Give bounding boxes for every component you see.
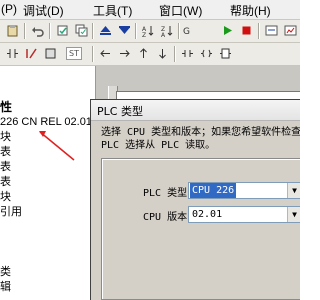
tree-item-table-3[interactable]: 表 — [0, 176, 11, 189]
ladder-coil-icon[interactable] — [23, 45, 40, 62]
instruction-toolbar: ST — [0, 43, 300, 66]
tree-item-table-2[interactable]: 表 — [0, 161, 11, 174]
tree-item-block[interactable]: 块 — [0, 131, 11, 144]
compile-all-icon[interactable] — [73, 22, 90, 39]
plc-type-dialog: PLC 类型 选择 CPU 类型和版本；如果您希望软件检查 PLC 选择从 PL… — [90, 99, 300, 300]
status-badge-label: ST — [66, 47, 82, 60]
app-window: (P) 调试(D) 工具(T) 窗口(W) 帮助(H) AZ Z A G ST … — [0, 0, 300, 300]
plc-settings-group — [101, 158, 300, 300]
tree-item-cpu-version[interactable]: 226 CN REL 02.01 — [0, 116, 92, 129]
standard-toolbar: AZ ZA G — [0, 20, 300, 43]
tree-item-cross-reference[interactable]: 引用 — [0, 206, 22, 219]
menu-item-window[interactable]: 窗口(W) — [159, 2, 202, 19]
svg-text:Z: Z — [142, 32, 146, 37]
box-icon[interactable] — [217, 45, 234, 62]
compile-icon[interactable] — [54, 22, 71, 39]
tree-item-logic[interactable]: 辑 — [0, 281, 11, 294]
cpu-version-select[interactable]: 02.01 ▼ — [188, 206, 300, 223]
line-up-icon[interactable] — [135, 45, 152, 62]
menu-item-tools[interactable]: 工具(T) — [93, 2, 132, 19]
chevron-down-icon[interactable]: ▼ — [287, 183, 300, 198]
dialog-titlebar[interactable]: PLC 类型 — [91, 100, 300, 121]
undo-icon[interactable] — [29, 22, 46, 39]
cpu-version-label: CPU 版本 — [143, 212, 188, 223]
menu-item-debug[interactable]: 调试(D) — [23, 2, 64, 19]
plc-type-select[interactable]: CPU 226 ▼ — [188, 182, 300, 199]
upload-icon[interactable] — [97, 22, 114, 39]
dialog-title: PLC 类型 — [97, 105, 143, 118]
menu-item-help[interactable]: 帮助(H) — [230, 2, 271, 19]
stop-icon[interactable] — [238, 22, 255, 39]
download-icon[interactable] — [116, 22, 133, 39]
dialog-message: 选择 CPU 类型和版本；如果您希望软件检查 PLC 选择从 PLC 读取。 — [101, 127, 300, 151]
tree-item-table-1[interactable]: 表 — [0, 146, 11, 159]
chevron-down-icon[interactable]: ▼ — [287, 207, 300, 222]
coil-icon[interactable] — [198, 45, 215, 62]
paste-icon[interactable] — [4, 22, 21, 39]
line-left-icon[interactable] — [97, 45, 114, 62]
project-tree: 性 226 CN REL 02.01 块 表 表 表 块 引用 类 辑 — [0, 66, 96, 300]
sort-desc-icon[interactable]: ZA — [159, 22, 176, 39]
run-icon[interactable] — [219, 22, 236, 39]
program-status-icon[interactable] — [263, 22, 280, 39]
sort-extra-icon[interactable]: G — [180, 22, 197, 39]
ladder-box-icon[interactable] — [42, 45, 59, 62]
line-down-icon[interactable] — [154, 45, 171, 62]
plc-type-value: CPU 226 — [190, 183, 237, 198]
status-chart-icon[interactable] — [282, 22, 299, 39]
svg-text:A: A — [161, 32, 166, 37]
svg-text:G: G — [183, 27, 190, 37]
sort-asc-icon[interactable]: AZ — [140, 22, 157, 39]
contact-icon[interactable] — [179, 45, 196, 62]
tree-item-properties[interactable]: 性 — [0, 101, 12, 114]
line-right-icon[interactable] — [116, 45, 133, 62]
menu-bar: (P) 调试(D) 工具(T) 窗口(W) 帮助(H) — [0, 0, 300, 20]
ladder-contact-icon[interactable] — [4, 45, 21, 62]
status-badge[interactable]: ST — [61, 45, 87, 62]
tree-item-class[interactable]: 类 — [0, 266, 11, 279]
menu-item-project[interactable]: (P) — [1, 2, 17, 16]
cpu-version-value: 02.01 — [192, 209, 223, 220]
tree-item-data-block[interactable]: 块 — [0, 191, 11, 204]
plc-type-label: PLC 类型 — [143, 188, 188, 199]
